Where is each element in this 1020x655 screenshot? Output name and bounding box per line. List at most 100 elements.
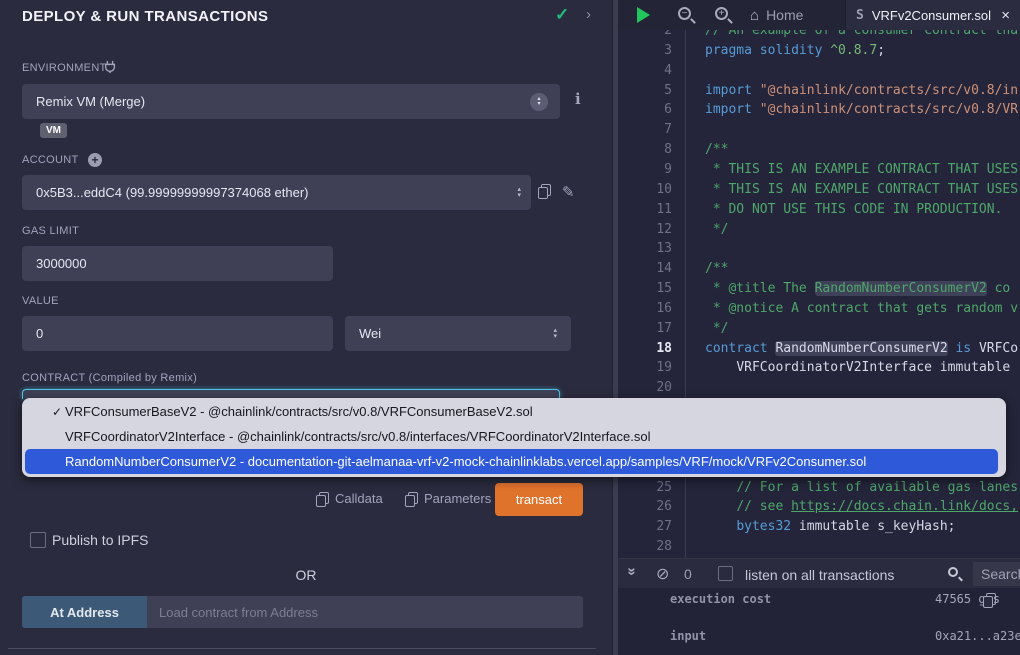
zoom-out-icon[interactable]: − [678, 7, 691, 20]
account-select[interactable]: 0x5B3...eddC4 (99.99999999997374068 ethe… [22, 175, 531, 210]
contract-option-label: VRFConsumerBaseV2 - @chainlink/contracts… [65, 404, 533, 419]
code-line[interactable]: 3pragma solidity ^0.8.7; [618, 41, 1020, 61]
code-line[interactable]: 27 bytes32 immutable s_keyHash; [618, 517, 1020, 537]
line-number: 4 [618, 61, 672, 81]
code-line[interactable]: 26 // see https://docs.chain.link/docs, [618, 497, 1020, 517]
pending-tx-count: 0 [684, 566, 692, 582]
at-address-input[interactable] [147, 596, 583, 628]
transact-button[interactable]: transact [495, 483, 583, 516]
tab-vrfv2consumer[interactable]: S VRFv2Consumer.sol × [845, 0, 1020, 30]
contract-label: CONTRACT (Compiled by Remix) [22, 372, 197, 384]
contract-option[interactable]: ✓VRFConsumerBaseV2 - @chainlink/contract… [22, 399, 1006, 424]
add-account-icon[interactable]: + [88, 153, 102, 167]
selected-check-icon: ✓ [52, 405, 62, 419]
line-number: 28 [618, 537, 672, 557]
code-line[interactable]: 4 [618, 61, 1020, 81]
terminal-row-value: 0xa21...a23e4 [935, 629, 1020, 643]
code-text: * @title The RandomNumberConsumerV2 co [705, 279, 1010, 299]
gas-limit-input[interactable]: 3000000 [22, 246, 333, 281]
code-line[interactable]: 8/** [618, 140, 1020, 160]
listen-transactions-checkbox[interactable] [718, 566, 733, 581]
code-line[interactable]: 9 * THIS IS AN EXAMPLE CONTRACT THAT USE… [618, 160, 1020, 180]
expand-terminal-icon[interactable]: » [624, 567, 641, 575]
code-line[interactable]: 19 VRFCoordinatorV2Interface immutable [618, 358, 1020, 378]
gas-limit-label: GAS LIMIT [22, 225, 79, 237]
collapse-panel-chevron-icon[interactable]: › [586, 6, 591, 23]
terminal-row: input0xa21...a23e4 [618, 629, 1020, 645]
line-number: 16 [618, 299, 672, 319]
parameters-label: Parameters [424, 491, 491, 506]
code-line[interactable]: 14/** [618, 259, 1020, 279]
code-line[interactable]: 2// An example of a consumer contract th… [618, 30, 1020, 41]
deploy-run-panel: DEPLOY & RUN TRANSACTIONS ✓ › ENVIRONMEN… [0, 0, 612, 655]
solidity-file-icon: S [856, 8, 864, 23]
code-line[interactable]: 28 [618, 537, 1020, 557]
code-text: */ [705, 319, 728, 339]
contract-option[interactable]: VRFCoordinatorV2Interface - @chainlink/c… [22, 424, 1006, 449]
publish-ipfs-checkbox[interactable] [30, 532, 46, 548]
code-line[interactable]: 7 [618, 120, 1020, 140]
calldata-action[interactable]: Calldata [316, 491, 383, 506]
line-number: 11 [618, 200, 672, 220]
contract-label-suffix: (Compiled by Remix) [89, 372, 197, 384]
account-stepper-icon[interactable]: ▴▾ [517, 187, 521, 199]
contract-option[interactable]: RandomNumberConsumerV2 - documentation-g… [25, 449, 998, 474]
remix-ide-window: DEPLOY & RUN TRANSACTIONS ✓ › ENVIRONMEN… [0, 0, 1020, 655]
value-input[interactable]: 0 [22, 316, 333, 351]
or-divider: OR [0, 567, 612, 583]
parameters-action[interactable]: Parameters [405, 491, 491, 506]
close-tab-icon[interactable]: × [1001, 7, 1010, 24]
line-number: 14 [618, 259, 672, 279]
line-number: 17 [618, 319, 672, 339]
line-number: 26 [618, 497, 672, 517]
tab-home[interactable]: ⌂ Home [740, 0, 813, 30]
code-line[interactable]: 11 * DO NOT USE THIS CODE IN PRODUCTION. [618, 200, 1020, 220]
copy-account-icon[interactable] [538, 184, 550, 198]
panel-title: DEPLOY & RUN TRANSACTIONS [22, 8, 268, 25]
clear-console-icon[interactable]: ⊘ [656, 564, 669, 584]
code-text: // An example of a consumer contract tha… [705, 30, 1020, 41]
copy-parameters-icon[interactable] [405, 492, 417, 506]
line-number: 3 [618, 41, 672, 61]
contract-option-label: RandomNumberConsumerV2 - documentation-g… [65, 454, 866, 469]
terminal-toolbar: » ⊘ 0 listen on all transactions [618, 558, 1020, 588]
at-address-button[interactable]: At Address [22, 596, 147, 628]
code-line[interactable]: 16 * @notice A contract that gets random… [618, 299, 1020, 319]
line-number: 13 [618, 239, 672, 259]
code-line[interactable]: 25 // For a list of available gas lanes [618, 478, 1020, 498]
code-text: import "@chainlink/contracts/src/v0.8/in [705, 81, 1018, 101]
code-editor[interactable]: 2// An example of a consumer contract th… [618, 30, 1020, 558]
plug-icon [103, 60, 117, 74]
environment-select[interactable]: Remix VM (Merge) ▴▾ [22, 84, 560, 119]
terminal-search-input[interactable] [973, 562, 1020, 586]
code-line[interactable]: 10 * THIS IS AN EXAMPLE CONTRACT THAT US… [618, 180, 1020, 200]
code-line[interactable]: 15 * @title The RandomNumberConsumerV2 c… [618, 279, 1020, 299]
code-line[interactable]: 12 */ [618, 220, 1020, 240]
copy-value-icon[interactable] [983, 593, 995, 607]
copy-calldata-icon[interactable] [316, 492, 328, 506]
value-unit-select[interactable]: Wei ▴▾ [345, 316, 571, 351]
line-number: 10 [618, 180, 672, 200]
value-unit: Wei [359, 326, 381, 341]
vm-badge: VM [40, 123, 67, 138]
code-line[interactable]: 18contract RandomNumberConsumerV2 is VRF… [618, 339, 1020, 359]
code-text: bytes32 immutable s_keyHash; [705, 517, 955, 537]
terminal-output[interactable]: execution cost47565 gasinput0xa21...a23e… [618, 588, 1020, 655]
code-text: // For a list of available gas lanes [705, 478, 1018, 498]
account-label: ACCOUNT [22, 154, 79, 166]
unit-stepper-icon[interactable]: ▴▾ [553, 328, 557, 340]
zoom-in-icon[interactable]: + [715, 7, 728, 20]
environment-info-icon[interactable]: i [575, 90, 581, 108]
code-line[interactable]: 17 */ [618, 319, 1020, 339]
listen-transactions-label: listen on all transactions [745, 567, 894, 583]
code-text: // see https://docs.chain.link/docs, [705, 497, 1018, 517]
edit-account-icon[interactable]: ✎ [562, 183, 575, 201]
run-script-icon[interactable] [637, 7, 650, 23]
code-line[interactable]: 13 [618, 239, 1020, 259]
code-line[interactable]: 5import "@chainlink/contracts/src/v0.8/i… [618, 81, 1020, 101]
environment-stepper-icon[interactable]: ▴▾ [530, 93, 548, 111]
code-line[interactable]: 6import "@chainlink/contracts/src/v0.8/V… [618, 100, 1020, 120]
calldata-label: Calldata [335, 491, 383, 506]
line-number: 15 [618, 279, 672, 299]
code-line[interactable]: 20 [618, 378, 1020, 398]
